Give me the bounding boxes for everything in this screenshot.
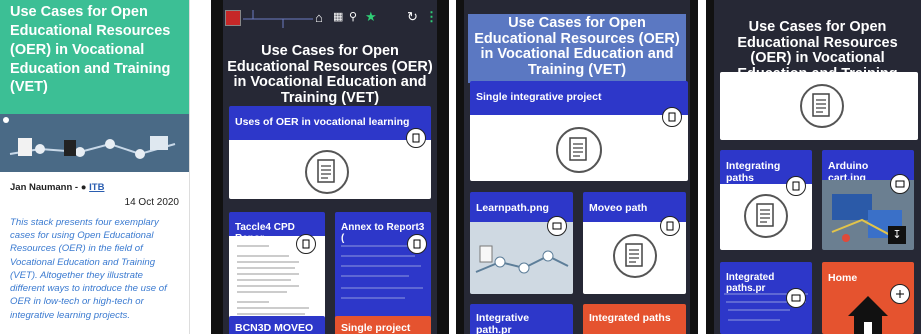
stack-card-header: Use Cases for Open Educational Resources… (0, 0, 189, 114)
download-icon[interactable]: ↧ (888, 226, 906, 244)
document-icon (556, 127, 602, 173)
grid-icon[interactable]: ▦ (333, 10, 343, 23)
stage: Use Cases for Open Educational Resources… (0, 0, 921, 334)
doc-badge-icon (406, 128, 426, 148)
tile-learnpath-png[interactable]: Learnpath.png (470, 192, 573, 294)
house-icon (848, 296, 888, 334)
stack-card[interactable]: Use Cases for Open Educational Resources… (0, 0, 190, 334)
tile-label: Taccle4 CPD Repor (229, 212, 325, 244)
doc-badge-icon (786, 176, 806, 196)
stack-title: Use Cases for Open Educational Resources… (227, 43, 433, 106)
stack-view: Use Cases for Open Educational Resources… (714, 0, 921, 334)
phone-screen-2: Use Cases for Open Educational Resources… (456, 0, 698, 334)
tile-single-integrative-project[interactable]: Single integrative project (470, 81, 688, 181)
refresh-icon[interactable]: ↻ (407, 9, 418, 25)
tile-moveo-path[interactable]: Moveo path (583, 192, 686, 294)
tile-integrating-paths[interactable]: Integrating paths (720, 150, 812, 250)
app-toolbar: ⌂ ▦ ⚲ ★ ↻ ⋮ (223, 0, 438, 40)
stack-date: 14 Oct 2020 (124, 197, 179, 208)
tile-label: Single project (335, 316, 431, 334)
tile-bcn3d-moveo[interactable]: BCN3D MOVEO - (229, 316, 325, 334)
tile-body (229, 140, 431, 199)
app-logo[interactable] (225, 10, 241, 26)
tile-integrated-paths-png[interactable]: Integrated paths.pr (720, 262, 812, 334)
toolbar-line-decoration (243, 10, 313, 28)
stack-meta: Jan Naumann - ● ITB 14 Oct 2020 This sta… (0, 172, 189, 322)
tile-label: Uses of OER in vocational learning (229, 106, 431, 140)
stack-view: ⌂ ▦ ⚲ ★ ↻ ⋮ Use Cases for Open Education… (223, 0, 438, 334)
doc-badge-icon (660, 216, 680, 236)
file-badge-icon (407, 234, 427, 254)
search-icon[interactable]: ⚲ (349, 10, 357, 23)
document-icon (744, 194, 788, 238)
stack-description: This stack presents four exemplary cases… (10, 217, 167, 321)
stack-title[interactable]: Use Cases for Open Educational Resources… (10, 3, 181, 97)
tile-annex-report3[interactable]: Annex to Report3 ( (335, 212, 431, 322)
star-icon[interactable]: ★ (365, 9, 377, 25)
stack-title-selected: Use Cases for Open Educational Resources… (468, 14, 686, 83)
tile-body (470, 115, 688, 181)
document-icon (613, 234, 657, 278)
image-badge-icon (547, 216, 567, 236)
phone-screen-1: ⌂ ▦ ⚲ ★ ↻ ⋮ Use Cases for Open Education… (211, 0, 449, 334)
tile-home[interactable]: Home (822, 262, 914, 334)
move-badge-icon (890, 284, 910, 304)
author-name: Jan Naumann - (10, 182, 81, 193)
tile-uses-of-oer[interactable]: Uses of OER in vocational learning (229, 106, 431, 199)
tile-integrative-path-png[interactable]: Integrative path.pr (470, 304, 573, 334)
document-icon (305, 150, 349, 194)
image-badge-icon (890, 174, 910, 194)
image-badge-icon (786, 288, 806, 308)
user-icon: ● (80, 182, 87, 193)
tile-taccle4[interactable]: Taccle4 CPD Repor (229, 212, 325, 322)
tile-label: Integrated paths (583, 304, 686, 334)
tile-label: Integrative path.pr (470, 304, 573, 334)
stack-thumbnail[interactable] (0, 114, 189, 172)
home-icon[interactable]: ⌂ (315, 10, 323, 25)
tile-arduino-cart[interactable]: Arduino cart.jpg ↧ (822, 150, 914, 250)
tile-document-top[interactable] (720, 72, 918, 140)
stack-view: Use Cases for Open Educational Resources… (464, 0, 690, 334)
tile-label: Single integrative project (470, 81, 688, 115)
tile-label: BCN3D MOVEO - (229, 316, 325, 334)
author-link[interactable]: ITB (89, 182, 104, 193)
author-line: Jan Naumann - ● ITB (10, 182, 179, 193)
more-vertical-icon[interactable]: ⋮ (425, 9, 438, 25)
document-icon (800, 84, 844, 128)
phone-screen-3: Use Cases for Open Educational Resources… (706, 0, 921, 334)
file-badge-icon (296, 234, 316, 254)
tile-integrated-paths[interactable]: Integrated paths (583, 304, 686, 334)
tile-single-project[interactable]: Single project (335, 316, 431, 334)
doc-badge-icon (662, 107, 682, 127)
tile-body (720, 72, 918, 140)
